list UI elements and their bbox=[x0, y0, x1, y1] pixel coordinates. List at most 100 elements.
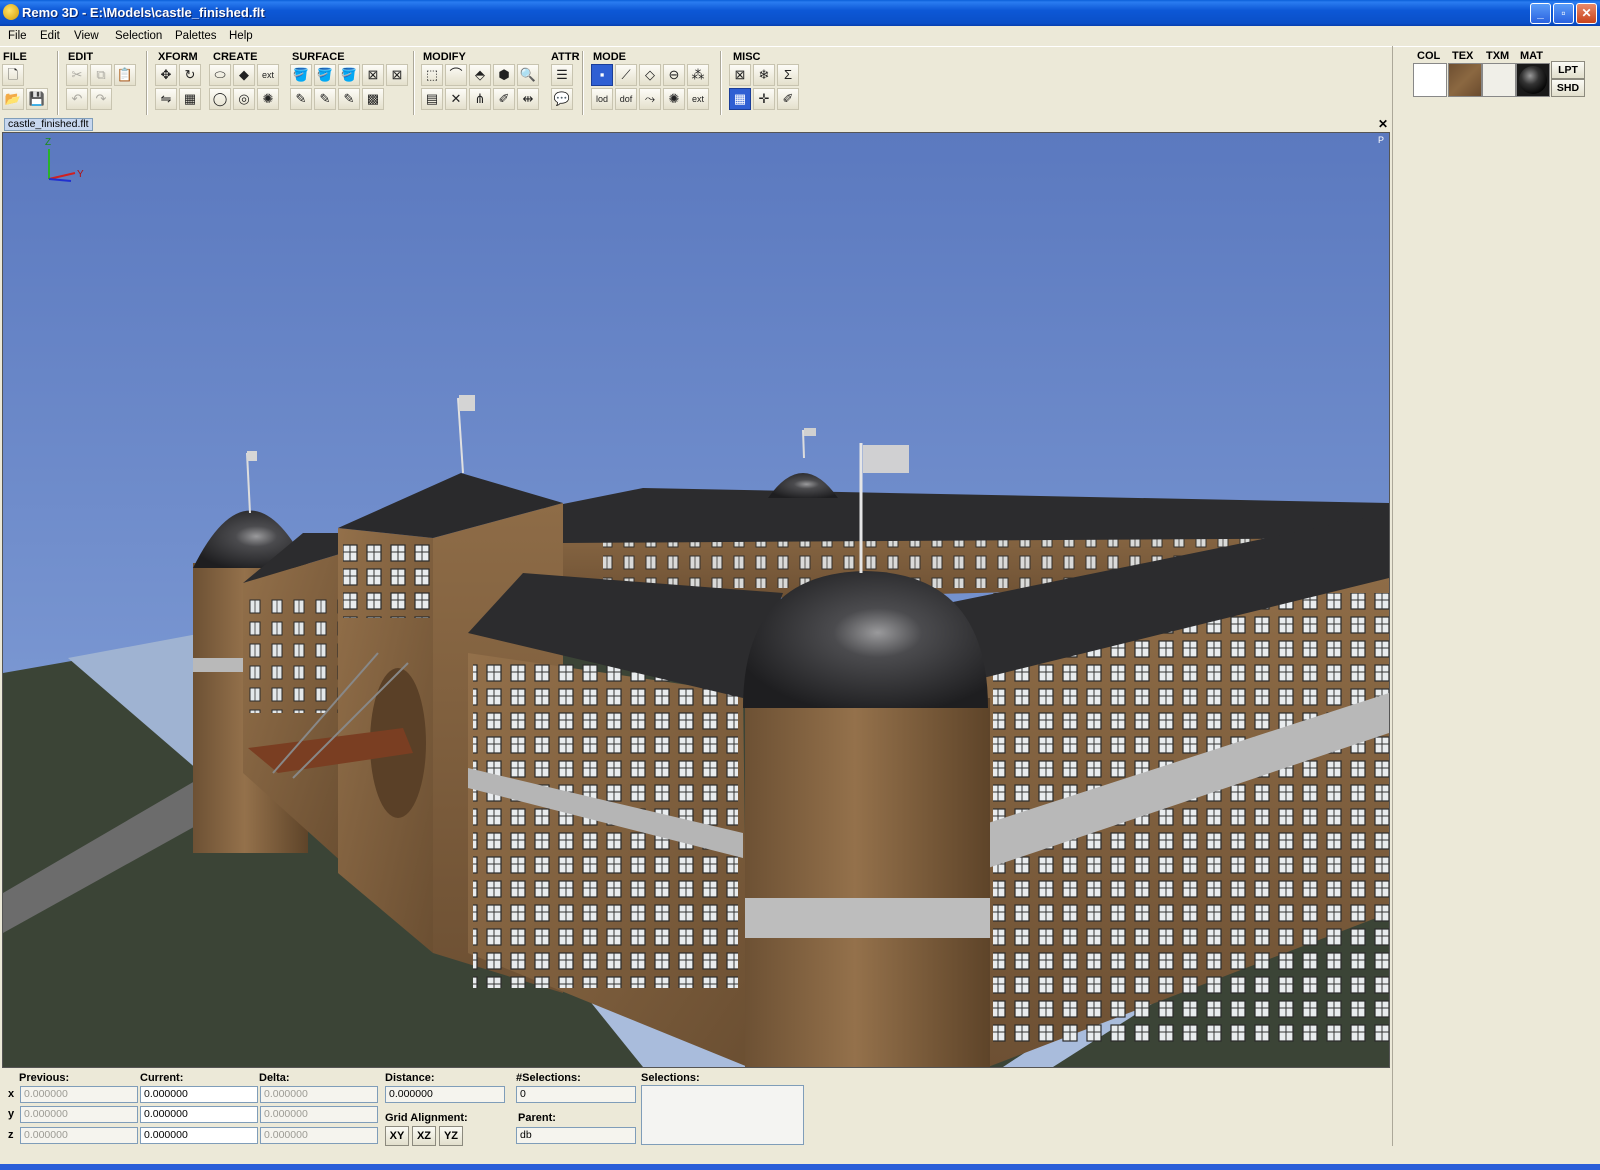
maximize-button[interactable]: ▫ bbox=[1553, 3, 1574, 24]
stretch-icon[interactable]: ⇹ bbox=[517, 88, 539, 110]
switch-icon[interactable]: ⤳ bbox=[639, 88, 661, 110]
light-icon[interactable]: ✺ bbox=[257, 88, 279, 110]
attributes-icon[interactable]: ☰ bbox=[551, 64, 573, 86]
paste-icon[interactable]: 📋 bbox=[114, 64, 136, 86]
sphere-icon[interactable]: ◯ bbox=[209, 88, 231, 110]
comment-icon[interactable]: 💬 bbox=[551, 88, 573, 110]
shd-button[interactable]: SHD bbox=[1551, 79, 1585, 97]
clear-material-icon[interactable]: ⊠ bbox=[386, 64, 408, 86]
create-face-icon[interactable]: ◆ bbox=[233, 64, 255, 86]
create-ext-icon[interactable]: ext bbox=[257, 64, 279, 86]
axis-z-row-label: z bbox=[8, 1129, 14, 1141]
document-tab[interactable]: castle_finished.flt bbox=[4, 118, 93, 131]
perspective-indicator[interactable]: P bbox=[1378, 135, 1384, 145]
pick-icon[interactable]: ✐ bbox=[493, 88, 515, 110]
group-label-create: CREATE bbox=[213, 51, 258, 63]
clear-texture-icon[interactable]: ⊠ bbox=[362, 64, 384, 86]
dof-icon[interactable]: dof bbox=[615, 88, 637, 110]
texture-icon[interactable]: 🪣 bbox=[314, 64, 336, 86]
rotate-icon[interactable]: ↻ bbox=[179, 64, 201, 86]
texture-swatch[interactable] bbox=[1448, 63, 1482, 97]
subdivide-icon[interactable]: ⋔ bbox=[469, 88, 491, 110]
grid-xz-button[interactable]: XZ bbox=[412, 1126, 436, 1146]
split-icon[interactable]: ▤ bbox=[421, 88, 443, 110]
menu-palettes[interactable]: Palettes bbox=[175, 30, 217, 42]
window-title: Remo 3D - E:\Models\castle_finished.flt bbox=[22, 5, 265, 20]
texture-edit-icon[interactable]: ✎ bbox=[290, 88, 312, 110]
delta-label: Delta: bbox=[259, 1072, 290, 1084]
main-toolbar: FILE EDIT XFORM CREATE SURFACE MODIFY AT… bbox=[0, 46, 1600, 118]
axis-x-row-label: x bbox=[8, 1088, 15, 1100]
light-point-icon[interactable]: ✺ bbox=[663, 88, 685, 110]
menu-edit[interactable]: Edit bbox=[40, 30, 60, 42]
back-flag bbox=[804, 428, 816, 436]
measure-icon[interactable]: ✐ bbox=[777, 88, 799, 110]
palette-label-tex: TEX bbox=[1452, 50, 1474, 62]
texture-mapping-swatch[interactable] bbox=[1482, 63, 1516, 97]
sigma-icon[interactable]: Σ bbox=[777, 64, 799, 86]
texture-pick-icon[interactable]: ✎ bbox=[338, 88, 360, 110]
ext-icon[interactable]: ext bbox=[687, 88, 709, 110]
cylinder-icon[interactable]: ◎ bbox=[233, 88, 255, 110]
undo-icon[interactable]: ↶ bbox=[66, 88, 88, 110]
grid-yz-button[interactable]: YZ bbox=[439, 1126, 463, 1146]
move-arrows-icon[interactable]: ✥ bbox=[155, 64, 177, 86]
lpt-button[interactable]: LPT bbox=[1551, 61, 1585, 79]
paint-bucket-icon[interactable]: 🪣 bbox=[290, 64, 312, 86]
loft-icon[interactable]: ⌒ bbox=[445, 64, 467, 86]
material-swatch[interactable] bbox=[1516, 63, 1550, 97]
center-icon[interactable]: ✛ bbox=[753, 88, 775, 110]
lod-icon[interactable]: lod bbox=[591, 88, 613, 110]
save-disk-icon[interactable]: 💾 bbox=[26, 88, 48, 110]
menu-help[interactable]: Help bbox=[229, 30, 253, 42]
snap-grid-icon[interactable]: ▦ bbox=[729, 88, 751, 110]
new-file-icon[interactable]: 🗋 bbox=[2, 64, 24, 86]
object-mode-icon[interactable]: ⊖ bbox=[663, 64, 685, 86]
color-swatch[interactable] bbox=[1413, 63, 1447, 97]
open-folder-icon[interactable]: 📂 bbox=[2, 88, 24, 110]
num-selections-label: #Selections: bbox=[516, 1072, 581, 1084]
grid-alignment-label: Grid Alignment: bbox=[385, 1112, 468, 1124]
extrude-icon[interactable]: ⬚ bbox=[421, 64, 443, 86]
group-mode-icon[interactable]: ⁂ bbox=[687, 64, 709, 86]
scale-icon[interactable]: ▦ bbox=[179, 88, 201, 110]
edge-mode-icon[interactable]: ⟋ bbox=[615, 64, 637, 86]
texture-map-icon[interactable]: ✎ bbox=[314, 88, 336, 110]
toolbar-separator bbox=[582, 51, 584, 115]
current-z-field[interactable]: 0.000000 bbox=[140, 1127, 258, 1144]
copy-icon[interactable]: ⧉ bbox=[90, 64, 112, 86]
mirror-icon[interactable]: ⇋ bbox=[155, 88, 177, 110]
group-label-xform: XFORM bbox=[158, 51, 198, 63]
back-flagpole bbox=[802, 429, 805, 459]
delta-y-field: 0.000000 bbox=[260, 1106, 378, 1123]
previous-x-field: 0.000000 bbox=[20, 1086, 138, 1103]
current-x-field[interactable]: 0.000000 bbox=[140, 1086, 258, 1103]
app-icon[interactable] bbox=[3, 4, 19, 20]
cut-face-icon[interactable]: ✕ bbox=[445, 88, 467, 110]
scissors-icon[interactable]: ✂ bbox=[66, 64, 88, 86]
selections-list[interactable] bbox=[641, 1085, 804, 1145]
menu-view[interactable]: View bbox=[74, 30, 99, 42]
main-tower bbox=[745, 698, 990, 1067]
grid-xy-button[interactable]: XY bbox=[385, 1126, 409, 1146]
face-mode-icon[interactable]: ◇ bbox=[639, 64, 661, 86]
redo-icon[interactable]: ↷ bbox=[90, 88, 112, 110]
close-button[interactable]: ✕ bbox=[1576, 3, 1597, 24]
vertex-mode-icon[interactable]: ▪ bbox=[591, 64, 613, 86]
close-document-icon[interactable]: ✕ bbox=[1378, 117, 1388, 131]
minimize-button[interactable]: _ bbox=[1530, 3, 1551, 24]
previous-z-field: 0.000000 bbox=[20, 1127, 138, 1144]
menu-file[interactable]: File bbox=[8, 30, 27, 42]
checker-icon[interactable]: ▩ bbox=[362, 88, 384, 110]
grid-icon[interactable]: ⊠ bbox=[729, 64, 751, 86]
3d-viewport[interactable]: Z Y P bbox=[2, 132, 1390, 1068]
zoom-icon[interactable]: 🔍 bbox=[517, 64, 539, 86]
current-y-field[interactable]: 0.000000 bbox=[140, 1106, 258, 1123]
boolean-icon[interactable]: ⬢ bbox=[493, 64, 515, 86]
gate-flag bbox=[459, 395, 475, 411]
material-icon[interactable]: 🪣 bbox=[338, 64, 360, 86]
create-object-icon[interactable]: ⬭ bbox=[209, 64, 231, 86]
snowflake-icon[interactable]: ❄ bbox=[753, 64, 775, 86]
menu-selection[interactable]: Selection bbox=[115, 30, 162, 42]
bevel-icon[interactable]: ⬘ bbox=[469, 64, 491, 86]
